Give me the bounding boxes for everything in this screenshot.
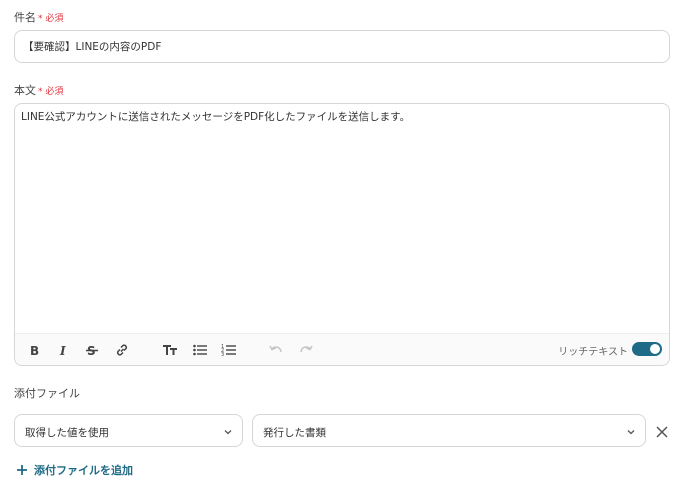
rich-text-toggle[interactable]: [632, 342, 662, 356]
chevron-down-icon: [224, 430, 232, 435]
svg-text:I: I: [59, 344, 66, 358]
italic-icon[interactable]: I: [55, 342, 71, 358]
add-attachment-label: 添付ファイルを追加: [34, 464, 133, 477]
attachment-source-select[interactable]: 取得した値を使用: [14, 414, 243, 447]
body-text[interactable]: LINE公式アカウントに送信されたメッセージをPDF化したファイルを送信します。: [21, 110, 661, 124]
body-editor[interactable]: LINE公式アカウントに送信されたメッセージをPDF化したファイルを送信します。…: [14, 103, 670, 366]
subject-label: 件名 * 必須: [14, 9, 63, 25]
numbered-list-icon[interactable]: 123: [221, 342, 237, 358]
subject-input[interactable]: 【要確認】LINEの内容のPDF: [14, 30, 670, 63]
plus-icon: [17, 465, 27, 475]
rich-text-label: リッチテキスト: [558, 347, 628, 358]
undo-icon[interactable]: [268, 342, 284, 358]
body-label-text: 本文: [14, 84, 36, 97]
strikethrough-icon[interactable]: S: [84, 342, 100, 358]
svg-text:3: 3: [221, 352, 224, 358]
attachment-document-value: 発行した書類: [263, 427, 326, 439]
body-label: 本文 * 必須: [14, 82, 63, 98]
redo-icon[interactable]: [298, 342, 314, 358]
bullet-list-icon[interactable]: [192, 342, 208, 358]
link-icon[interactable]: [114, 342, 130, 358]
add-attachment-button[interactable]: 添付ファイルを追加: [16, 462, 133, 478]
chevron-down-icon: [627, 430, 635, 435]
attachment-source-value: 取得した値を使用: [25, 427, 109, 439]
close-icon[interactable]: [655, 425, 669, 439]
editor-toolbar: B I S 123 リッチテキスト: [15, 333, 669, 365]
subject-label-text: 件名: [14, 11, 36, 24]
bold-icon[interactable]: B: [26, 342, 42, 358]
toggle-knob: [650, 344, 660, 354]
required-badge: * 必須: [38, 87, 64, 97]
attachment-document-select[interactable]: 発行した書類: [252, 414, 646, 447]
attachment-label: 添付ファイル: [14, 387, 80, 400]
text-size-icon[interactable]: [162, 342, 178, 358]
svg-text:B: B: [30, 344, 39, 358]
required-badge: * 必須: [38, 14, 64, 24]
